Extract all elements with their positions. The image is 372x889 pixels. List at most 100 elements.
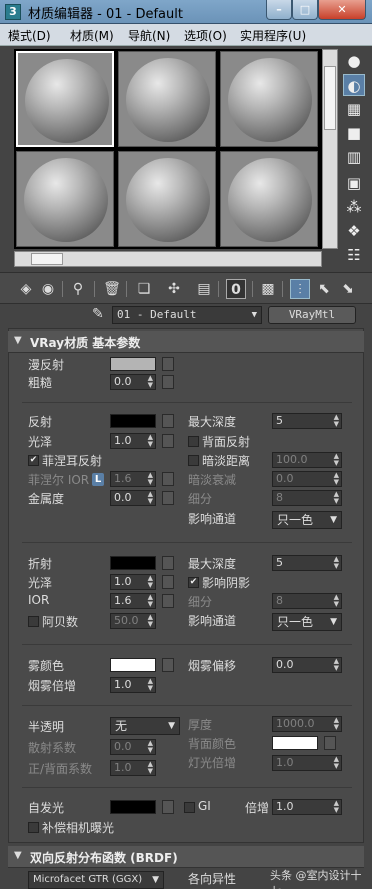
menu-mode[interactable]: 模式(D) xyxy=(8,27,51,44)
back-reflect-checkbox[interactable] xyxy=(188,436,199,447)
self-illum-multiplier-spinner[interactable]: 1.0 ▲ ▼ xyxy=(272,799,342,815)
menu-navigation[interactable]: 导航(N) xyxy=(128,27,170,44)
roughness-map-button[interactable] xyxy=(162,375,174,389)
diffuse-color-swatch[interactable] xyxy=(110,357,156,371)
dim-distance-spinner[interactable]: 100.0 ▲ ▼ xyxy=(272,452,342,468)
translucency-dropdown[interactable]: 无 ▼ xyxy=(110,717,180,735)
metalness-spinner[interactable]: 0.0 ▲ ▼ xyxy=(110,490,156,506)
select-by-material-icon[interactable]: ❖ xyxy=(343,220,365,242)
self-illum-color-swatch[interactable] xyxy=(110,800,156,814)
thickness-spinner[interactable]: 1000.0 ▲ ▼ xyxy=(272,716,342,732)
scatter-coeff-spinner[interactable]: 0.0 ▲ ▼ xyxy=(110,739,156,755)
abbe-checkbox[interactable] xyxy=(28,616,39,627)
options-icon[interactable]: ⁂ xyxy=(343,196,365,218)
sample-slot[interactable] xyxy=(118,51,216,147)
gi-checkbox[interactable] xyxy=(184,802,195,813)
show-shaded-map-icon[interactable]: ▩ xyxy=(258,279,278,299)
diffuse-map-button[interactable] xyxy=(162,357,174,371)
go-forward-icon[interactable]: ⬊ xyxy=(338,279,358,299)
sample-slot[interactable] xyxy=(220,51,318,147)
multiplier-label: 倍增 xyxy=(245,801,270,815)
eyedropper-icon[interactable]: ✎ xyxy=(92,306,104,322)
put-to-scene-icon[interactable]: ◉ xyxy=(38,279,58,299)
refract-max-depth-spinner[interactable]: 5 ▲ ▼ xyxy=(272,555,342,571)
close-button[interactable]: ✕ xyxy=(318,0,366,20)
fresnel-ior-spinner[interactable]: 1.6 ▲ ▼ xyxy=(110,471,156,487)
fresnel-ior-lock-button[interactable]: L xyxy=(92,473,104,486)
gloss-map-button[interactable] xyxy=(162,434,174,448)
scroll-thumb[interactable] xyxy=(324,66,336,130)
rollout-brdf-header[interactable]: ▼ 双向反射分布函数 (BRDF) xyxy=(8,846,364,868)
gloss-spinner[interactable]: 1.0 ▲ ▼ xyxy=(110,433,156,449)
preview-icon[interactable]: ▣ xyxy=(343,172,365,194)
refract-label: 折射 xyxy=(28,557,53,571)
put-to-library-icon[interactable]: ✣ xyxy=(164,279,184,299)
material-type-button[interactable]: VRayMtl xyxy=(268,306,356,324)
show-end-result-icon[interactable]: ⫶ xyxy=(290,279,310,299)
sample-vertical-scrollbar[interactable] xyxy=(322,49,338,249)
light-multiplier-spinner[interactable]: 1.0 ▲ ▼ xyxy=(272,755,342,771)
video-color-check-icon[interactable]: ▥ xyxy=(343,146,365,168)
back-color-swatch[interactable] xyxy=(272,736,318,750)
back-color-map-button[interactable] xyxy=(324,736,336,750)
sample-slot[interactable] xyxy=(118,151,216,247)
sample-slot[interactable] xyxy=(220,151,318,247)
reflect-map-button[interactable] xyxy=(162,414,174,428)
make-unique-icon[interactable]: ❏ xyxy=(134,279,154,299)
refract-max-depth-label: 最大深度 xyxy=(188,557,237,571)
ior-spinner[interactable]: 1.6 ▲ ▼ xyxy=(110,593,156,609)
refract-gloss-spinner[interactable]: 1.0 ▲ ▼ xyxy=(110,574,156,590)
self-illum-map-button[interactable] xyxy=(162,800,174,814)
assign-to-selection-icon[interactable]: ⚲ xyxy=(68,279,88,299)
fog-color-map-button[interactable] xyxy=(162,658,174,672)
dim-distance-checkbox[interactable] xyxy=(188,455,199,466)
fog-bias-label: 烟雾偏移 xyxy=(188,659,237,673)
roughness-spinner[interactable]: 0.0 ▲ ▼ xyxy=(110,374,156,390)
reflect-color-swatch[interactable] xyxy=(110,414,156,428)
dim-falloff-spinner[interactable]: 0.0 ▲ ▼ xyxy=(272,471,342,487)
fog-color-swatch[interactable] xyxy=(110,658,156,672)
subdivs-spinner[interactable]: 8 ▲ ▼ xyxy=(272,490,342,506)
sample-slot[interactable] xyxy=(16,51,114,147)
max-depth-spinner[interactable]: 5 ▲ ▼ xyxy=(272,413,342,429)
material-id-channel-icon[interactable]: ▤ xyxy=(194,279,214,299)
uv-tiling-icon[interactable]: ■ xyxy=(343,122,365,144)
get-material-icon[interactable]: ◈ xyxy=(16,279,36,299)
refract-subdivs-spinner[interactable]: 8 ▲ ▼ xyxy=(272,593,342,609)
affect-shadows-checkbox[interactable]: ✔ xyxy=(188,577,199,588)
reset-map-icon[interactable]: 🗑 xyxy=(102,279,122,299)
material-map-navigator-icon[interactable]: ☷ xyxy=(343,244,365,266)
go-to-parent-icon[interactable]: ⬉ xyxy=(314,279,334,299)
material-id-channel[interactable]: 0 xyxy=(226,279,246,299)
material-name-dropdown[interactable]: 01 - Default ▼ xyxy=(112,306,262,324)
rollout-basic-header[interactable]: ▼ VRay材质 基本参数 xyxy=(8,331,364,353)
fog-multiplier-spinner[interactable]: 1.0 ▲ ▼ xyxy=(110,677,156,693)
refract-color-swatch[interactable] xyxy=(110,556,156,570)
affect-channels-dropdown[interactable]: 只一色 ▼ xyxy=(272,511,342,529)
fresnel-checkbox[interactable]: ✔ xyxy=(28,455,39,466)
fog-bias-spinner[interactable]: 0.0 ▲ ▼ xyxy=(272,657,342,673)
sample-horizontal-scrollbar[interactable] xyxy=(14,251,322,267)
ior-map-button[interactable] xyxy=(162,594,174,608)
menu-material[interactable]: 材质(M) xyxy=(70,27,114,44)
abbe-spinner[interactable]: 50.0 ▲ ▼ xyxy=(110,613,156,629)
scroll-thumb[interactable] xyxy=(31,253,63,265)
background-icon[interactable]: ▦ xyxy=(343,98,365,120)
fresnel-ior-map-button[interactable] xyxy=(162,472,174,486)
menu-options[interactable]: 选项(O) xyxy=(184,27,227,44)
refract-gloss-map-button[interactable] xyxy=(162,575,174,589)
minimize-button[interactable]: – xyxy=(266,0,292,20)
compensate-camera-checkbox[interactable] xyxy=(28,822,39,833)
menu-bar: 模式(D) 材质(M) 导航(N) 选项(O) 实用程序(U) xyxy=(0,24,372,46)
maximize-button[interactable]: □ xyxy=(292,0,318,20)
sample-slot[interactable] xyxy=(16,151,114,247)
menu-utilities[interactable]: 实用程序(U) xyxy=(240,27,306,44)
title-bar[interactable]: 3 材质编辑器 - 01 - Default – □ ✕ xyxy=(0,0,372,24)
refract-affect-channels-dropdown[interactable]: 只一色 ▼ xyxy=(272,613,342,631)
refract-map-button[interactable] xyxy=(162,556,174,570)
backlight-icon[interactable]: ◐ xyxy=(343,74,365,96)
brdf-type-dropdown[interactable]: Microfacet GTR (GGX) ▼ xyxy=(28,871,164,889)
sample-type-icon[interactable]: ● xyxy=(343,50,365,72)
metalness-map-button[interactable] xyxy=(162,491,174,505)
fwd-back-coeff-spinner[interactable]: 1.0 ▲ ▼ xyxy=(110,760,156,776)
